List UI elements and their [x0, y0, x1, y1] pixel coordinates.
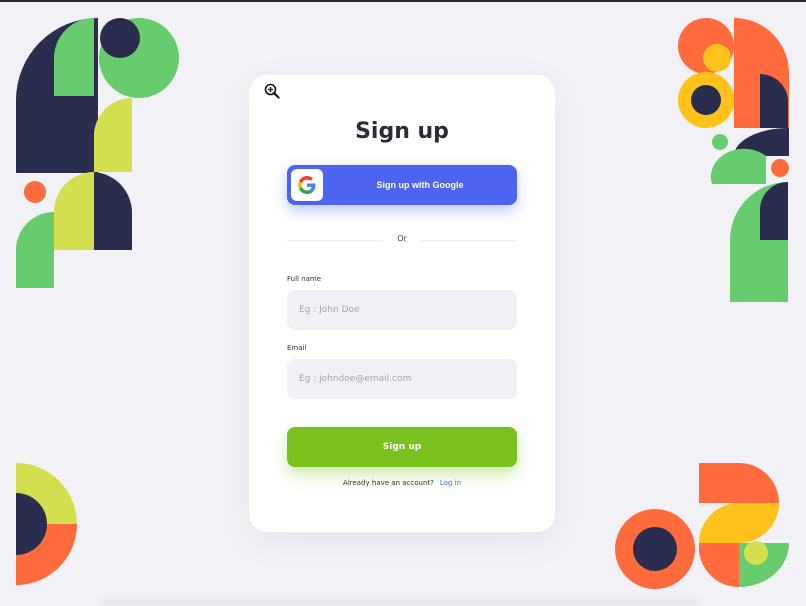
- google-button-label: Sign up with Google: [376, 180, 464, 190]
- signup-card: Sign up Sign up with Google Or Full name…: [249, 75, 555, 532]
- email-label: Email: [287, 344, 307, 352]
- email-input[interactable]: [287, 359, 517, 399]
- floor-shadow: [100, 596, 700, 606]
- decoration-bottom-right: [615, 463, 789, 589]
- or-divider: Or: [287, 232, 517, 248]
- login-prompt: Already have an account? Log in: [249, 479, 555, 487]
- full-name-input[interactable]: [287, 290, 517, 330]
- login-link[interactable]: Log in: [440, 479, 461, 487]
- signup-submit-button[interactable]: Sign up: [287, 427, 517, 467]
- divider-line-right: [421, 240, 517, 241]
- page-title: Sign up: [355, 119, 449, 144]
- decoration-top-left: [16, 18, 179, 288]
- window-top-border: [0, 0, 806, 2]
- decoration-top-right: [678, 18, 789, 302]
- decoration-bottom-left: [16, 463, 77, 585]
- divider-text: Or: [397, 234, 407, 243]
- login-prompt-text: Already have an account?: [343, 479, 434, 487]
- google-signup-button[interactable]: Sign up with Google: [287, 165, 517, 205]
- zoom-in-icon[interactable]: [264, 83, 280, 99]
- google-logo-icon: [291, 169, 323, 201]
- full-name-label: Full name: [287, 275, 322, 283]
